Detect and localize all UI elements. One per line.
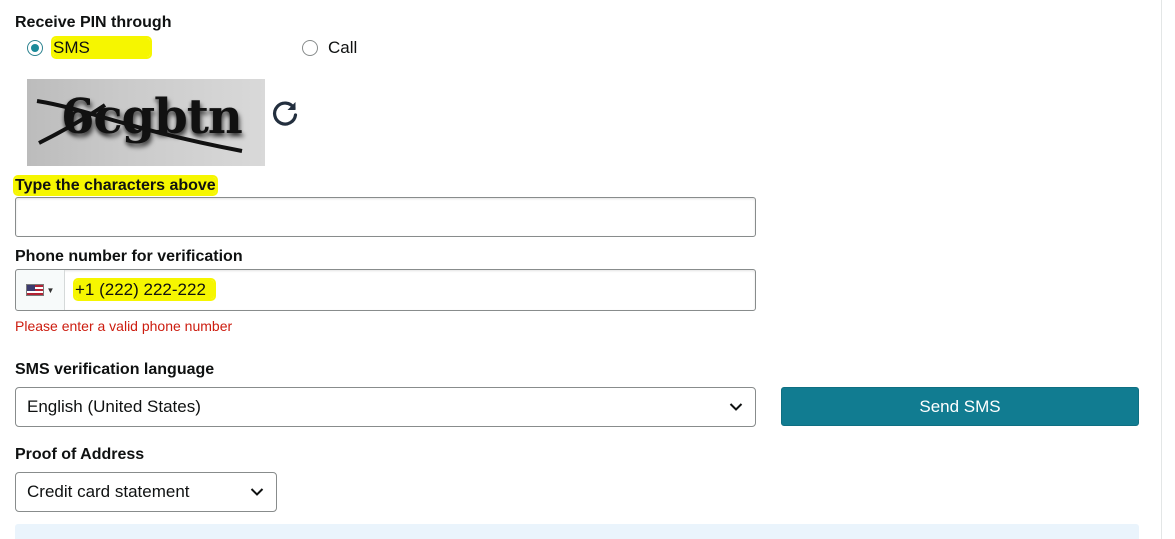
proof-of-address-value: Credit card statement bbox=[27, 482, 190, 501]
captcha-image: 6cgbtn bbox=[27, 79, 265, 166]
phone-error: Please enter a valid phone number bbox=[15, 318, 233, 334]
sms-radio-label: SMS bbox=[53, 38, 150, 57]
sms-language-label: SMS verification language bbox=[15, 361, 215, 378]
characters-input[interactable] bbox=[15, 197, 756, 237]
chevron-down-icon bbox=[250, 488, 264, 496]
proof-of-address-select[interactable]: Credit card statement bbox=[15, 472, 277, 512]
chevron-down-icon bbox=[729, 403, 743, 411]
call-radio-label: Call bbox=[328, 38, 358, 57]
phone-value: +1 (222) 222-222 bbox=[75, 280, 214, 299]
panel-divider bbox=[1161, 0, 1162, 539]
call-radio[interactable] bbox=[302, 40, 318, 56]
phone-input[interactable]: ▼ +1 (222) 222-222 bbox=[15, 269, 756, 311]
info-alert-box bbox=[15, 524, 1139, 539]
sms-radio[interactable] bbox=[27, 40, 43, 56]
characters-label-text: Type the characters above bbox=[15, 177, 216, 194]
sms-language-value: English (United States) bbox=[27, 397, 201, 416]
refresh-icon[interactable] bbox=[270, 99, 300, 129]
caret-down-icon: ▼ bbox=[46, 285, 55, 295]
pin-option-sms[interactable]: SMS bbox=[27, 38, 150, 58]
sms-language-select[interactable]: English (United States) bbox=[15, 387, 756, 427]
us-flag-icon bbox=[25, 284, 44, 296]
send-sms-button[interactable]: Send SMS bbox=[781, 387, 1139, 426]
proof-of-address-label: Proof of Address bbox=[15, 446, 145, 463]
country-code-selector[interactable]: ▼ bbox=[16, 270, 65, 310]
pin-option-call[interactable]: Call bbox=[302, 38, 357, 58]
receive-pin-label: Receive PIN through bbox=[15, 14, 172, 31]
characters-label: Type the characters above bbox=[15, 177, 216, 195]
phone-label: Phone number for verification bbox=[15, 248, 243, 265]
